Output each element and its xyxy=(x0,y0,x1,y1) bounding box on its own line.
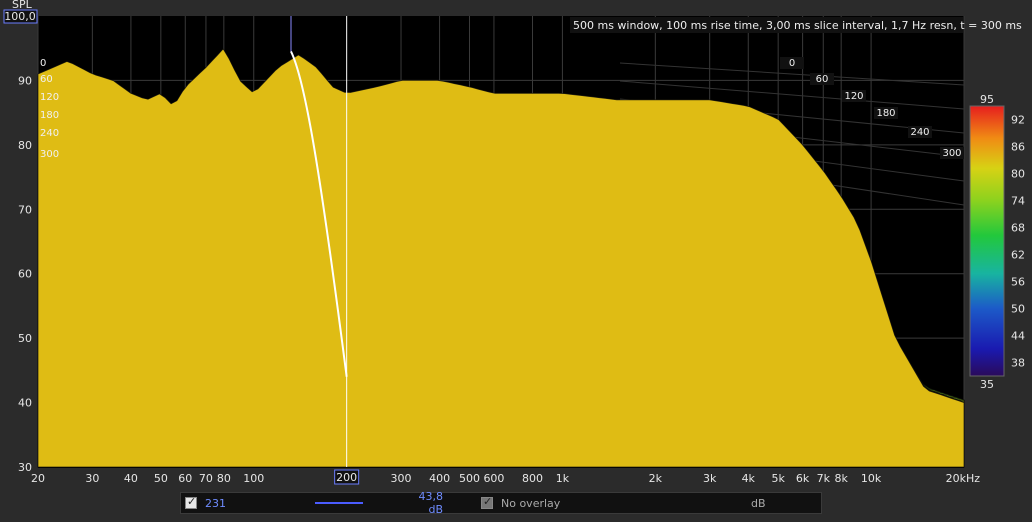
colorbar-tick: 50 xyxy=(1011,303,1025,316)
x-axis-ticks: 20 30 40 50 60 70 80 100 300 400 500 600 800 1k 2k 3k 4k… xyxy=(31,472,980,485)
unit-label: dB xyxy=(751,496,766,510)
slice-label: 240 xyxy=(910,127,929,138)
colorbar-tick: 62 xyxy=(1011,249,1025,262)
x-tick-label: 7k xyxy=(817,472,831,485)
overlay-checkbox[interactable] xyxy=(481,495,493,509)
slice-label: 120 xyxy=(844,91,863,102)
trace-id: 231 xyxy=(205,496,226,510)
x-tick-label: 40 xyxy=(124,472,138,485)
left-slice-label: 300 xyxy=(40,149,59,160)
colorbar-tick: 44 xyxy=(1011,330,1025,343)
x-tick-label: 1k xyxy=(556,472,570,485)
x-tick-label: 400 xyxy=(429,472,450,485)
x-tick-label: 3k xyxy=(703,472,717,485)
x-tick-label: 80 xyxy=(217,472,231,485)
waterfall-chart: 200 30405060708090 20 30 40 50 60 70 80 100 300 4… xyxy=(3,0,1025,485)
y-tick-label: 80 xyxy=(18,139,32,152)
colorbar-tick: 80 xyxy=(1011,168,1025,181)
y-tick-label: 30 xyxy=(18,461,32,474)
colorbar-tick: 68 xyxy=(1011,222,1025,235)
colorbar-tick: 74 xyxy=(1011,195,1025,208)
slice-label: 180 xyxy=(876,108,895,119)
x-tick-label: 8k xyxy=(834,472,848,485)
info-text: 500 ms window, 100 ms rise time, 3,00 ms… xyxy=(573,19,1022,32)
colorbar-min: 35 xyxy=(980,378,994,391)
y-tick-label: 40 xyxy=(18,397,32,410)
x-tick-label: 500 xyxy=(459,472,480,485)
colorbar-tick: 56 xyxy=(1011,276,1025,289)
y-tick-label: 70 xyxy=(18,203,32,216)
y-cursor-value: 100,0 xyxy=(4,10,36,23)
x-tick-label: 300 xyxy=(391,472,412,485)
x-tick-label: 20 xyxy=(31,472,45,485)
x-tick-label: 20kHz xyxy=(946,472,981,485)
overlay-label: No overlay xyxy=(501,496,561,510)
left-slice-label: 180 xyxy=(40,110,59,121)
colorbar-tick: 86 xyxy=(1011,141,1025,154)
slice-label: 300 xyxy=(942,148,961,159)
left-slice-label: 240 xyxy=(40,128,59,139)
trace-checkbox[interactable] xyxy=(185,495,197,509)
trace-line-swatch xyxy=(315,502,363,504)
left-slice-label: 0 xyxy=(40,58,46,69)
x-tick-label: 2k xyxy=(649,472,663,485)
x-tick-label: 600 xyxy=(483,472,504,485)
y-tick-label: 50 xyxy=(18,332,32,345)
y-tick-label: 90 xyxy=(18,74,32,87)
colorbar-tick: 92 xyxy=(1011,114,1025,127)
cursor-value: 43,8 dB xyxy=(418,490,444,516)
x-tick-label: 30 xyxy=(85,472,99,485)
x-tick-label: 4k xyxy=(742,472,756,485)
x-cursor-value: 200 xyxy=(336,471,357,484)
left-slice-label: 60 xyxy=(40,74,53,85)
colorbar: 38 44 50 56 62 68 74 80 86 92 95 35 xyxy=(969,93,1025,391)
footer-bar: 231 43,8 dB No overlay dB xyxy=(180,490,822,516)
x-tick-label: 100 xyxy=(243,472,264,485)
x-tick-label: 5k xyxy=(771,472,785,485)
x-tick-label: 6k xyxy=(796,472,810,485)
colorbar-tick: 38 xyxy=(1011,357,1025,370)
x-tick-label: 800 xyxy=(522,472,543,485)
slice-label: 0 xyxy=(789,58,795,69)
y-axis-ticks: 30 40 50 60 70 80 90 xyxy=(18,74,32,474)
colorbar-gradient xyxy=(969,105,1005,377)
slice-label: 60 xyxy=(816,74,829,85)
x-tick-label: 70 xyxy=(199,472,213,485)
colorbar-max: 95 xyxy=(980,93,994,106)
x-tick-label: 10k xyxy=(861,472,882,485)
left-slice-label: 120 xyxy=(40,92,59,103)
x-tick-label: 60 xyxy=(178,472,192,485)
x-tick-label: 50 xyxy=(154,472,168,485)
y-tick-label: 60 xyxy=(18,268,32,281)
